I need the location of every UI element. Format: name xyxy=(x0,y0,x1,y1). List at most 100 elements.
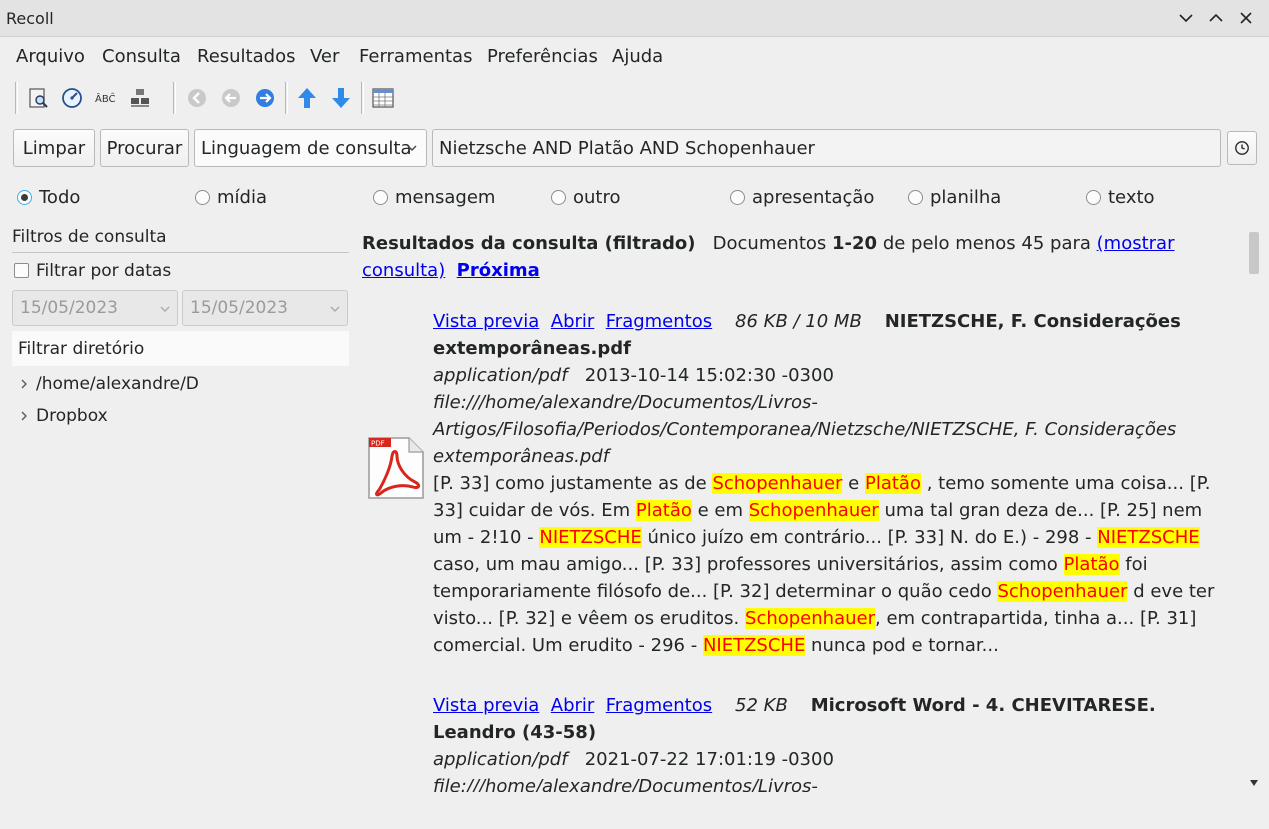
next-page-button[interactable] xyxy=(251,84,279,112)
menu-ajuda[interactable]: Ajuda xyxy=(612,46,663,67)
toolbar-separator xyxy=(15,82,18,114)
snippet-text: [P. 33] como justamente as de xyxy=(433,473,713,494)
history-clock-button[interactable] xyxy=(1227,131,1257,165)
result-url: file:///home/alexandre/Documentos/Livros… xyxy=(433,776,818,792)
maximize-button[interactable] xyxy=(1203,6,1229,30)
tree-item-label: Dropbox xyxy=(36,406,108,426)
result-date: 2013-10-14 15:02:30 -0300 xyxy=(584,365,834,386)
menu-preferencias[interactable]: Preferências xyxy=(487,46,598,67)
category-mensagem[interactable]: mensagem xyxy=(373,186,495,208)
chevron-down-icon xyxy=(330,306,340,312)
scrollbar-handle[interactable] xyxy=(1249,232,1259,274)
toolbar-separator xyxy=(285,82,288,114)
arrow-up-icon xyxy=(298,88,316,108)
highlighted-term: Platão xyxy=(1063,554,1120,575)
date-from-value: 15/05/2023 xyxy=(20,298,118,318)
close-icon xyxy=(1240,12,1252,24)
highlighted-term: Schopenhauer xyxy=(748,500,879,521)
previous-page-button[interactable] xyxy=(217,84,245,112)
menu-ferramentas[interactable]: Ferramentas xyxy=(359,46,472,67)
search-input[interactable]: Nietzsche AND Platão AND Schopenhauer xyxy=(432,129,1221,167)
spelling-button[interactable]: ÂBĈ xyxy=(92,84,120,112)
radio-indicator xyxy=(551,189,566,205)
query-mode-value: Linguagem de consulta xyxy=(201,137,412,159)
sort-ascending-button[interactable] xyxy=(293,84,321,112)
category-midia[interactable]: mídia xyxy=(195,186,267,208)
date-to-field[interactable]: 15/05/2023 xyxy=(182,290,348,326)
category-label: outro xyxy=(573,186,621,208)
result-size: 86 KB / 10 MB xyxy=(735,311,862,332)
database-icon xyxy=(131,89,149,107)
category-label: Todo xyxy=(39,186,81,208)
menu-ver[interactable]: Ver xyxy=(310,46,339,67)
radio-indicator xyxy=(1086,189,1101,205)
arrow-down-icon xyxy=(332,88,350,108)
category-planilha[interactable]: planilha xyxy=(908,186,1001,208)
clear-button[interactable]: Limpar xyxy=(13,129,95,167)
preview-link[interactable]: Vista previa xyxy=(433,695,539,716)
menu-resultados[interactable]: Resultados xyxy=(197,46,295,67)
svg-text:ÂBĈ: ÂBĈ xyxy=(95,92,116,105)
search-button[interactable]: Procurar xyxy=(100,129,189,167)
query-mode-select[interactable]: Linguagem de consulta xyxy=(194,129,427,167)
chevron-down-icon xyxy=(1179,14,1193,23)
snippet-text: único juízo em contrário... [P. 33] N. d… xyxy=(641,527,1098,548)
menu-consulta[interactable]: Consulta xyxy=(102,46,181,67)
date-from-field[interactable]: 15/05/2023 xyxy=(12,290,178,326)
highlighted-term: Schopenhauer xyxy=(745,608,875,629)
open-link[interactable]: Abrir xyxy=(551,695,595,716)
index-button[interactable] xyxy=(126,84,154,112)
snippet-text: e xyxy=(842,473,865,494)
result-title: Microsoft Word - 4. CHEVITARESE. Leandro… xyxy=(433,695,1156,743)
highlighted-term: Platão xyxy=(635,500,692,521)
results-summary-pre: Documentos xyxy=(712,233,827,254)
category-apresentacao[interactable]: apresentação xyxy=(730,186,874,208)
preview-link[interactable]: Vista previa xyxy=(433,311,539,332)
results-range: 1-20 xyxy=(832,233,878,254)
dir-filter-header: Filtrar diretório xyxy=(12,331,349,366)
open-link[interactable]: Abrir xyxy=(551,311,595,332)
history-button[interactable] xyxy=(58,84,86,112)
category-outro[interactable]: outro xyxy=(551,186,621,208)
highlighted-term: NIETZSCHE xyxy=(539,527,642,548)
close-button[interactable] xyxy=(1233,6,1259,30)
first-page-button[interactable] xyxy=(183,84,211,112)
chevron-up-icon xyxy=(1209,13,1223,22)
category-label: texto xyxy=(1108,186,1155,208)
table-view-button[interactable] xyxy=(369,84,397,112)
scroll-down-icon[interactable] xyxy=(1250,780,1258,786)
table-icon xyxy=(372,88,394,108)
menu-bar: Arquivo Consulta Resultados Ver Ferramen… xyxy=(0,38,1269,74)
go-previous-icon xyxy=(222,89,240,107)
result-item: Vista previa Abrir Fragmentos 86 KB / 10… xyxy=(433,308,1233,659)
category-label: mensagem xyxy=(395,186,496,208)
search-query-text: Nietzsche AND Platão AND Schopenhauer xyxy=(439,137,815,159)
next-page-link[interactable]: Próxima xyxy=(457,260,540,281)
category-label: planilha xyxy=(930,186,1002,208)
tree-item-label: /home/alexandre/D xyxy=(36,374,199,394)
toolbar: ÂBĈ xyxy=(0,76,1269,120)
query-details-button[interactable] xyxy=(24,84,52,112)
results-scrollbar[interactable] xyxy=(1249,222,1261,792)
snippet-text: caso, um mau amigo... [P. 33] professore… xyxy=(433,554,1064,575)
sidebar-title: Filtros de consulta xyxy=(12,227,167,247)
clock-icon xyxy=(1235,141,1249,155)
sort-descending-button[interactable] xyxy=(327,84,355,112)
result-mime: application/pdf xyxy=(433,749,568,770)
tree-item-dropbox[interactable]: Dropbox xyxy=(18,406,108,426)
tree-item-home[interactable]: /home/alexandre/D xyxy=(18,374,199,394)
menu-arquivo[interactable]: Arquivo xyxy=(16,46,85,67)
chevron-right-icon[interactable] xyxy=(18,410,30,422)
pdf-file-icon: PDF xyxy=(368,437,424,499)
go-next-icon xyxy=(256,89,274,107)
date-filter-checkbox[interactable] xyxy=(14,263,29,278)
chevron-right-icon[interactable] xyxy=(18,378,30,390)
category-todo[interactable]: Todo xyxy=(17,186,80,208)
snippets-link[interactable]: Fragmentos xyxy=(606,695,712,716)
category-texto[interactable]: texto xyxy=(1086,186,1155,208)
spell-check-icon: ÂBĈ xyxy=(95,92,116,105)
date-filter-label[interactable]: Filtrar por datas xyxy=(36,261,171,281)
snippets-link[interactable]: Fragmentos xyxy=(606,311,712,332)
chevron-down-icon xyxy=(407,145,417,151)
minimize-button[interactable] xyxy=(1173,6,1199,30)
